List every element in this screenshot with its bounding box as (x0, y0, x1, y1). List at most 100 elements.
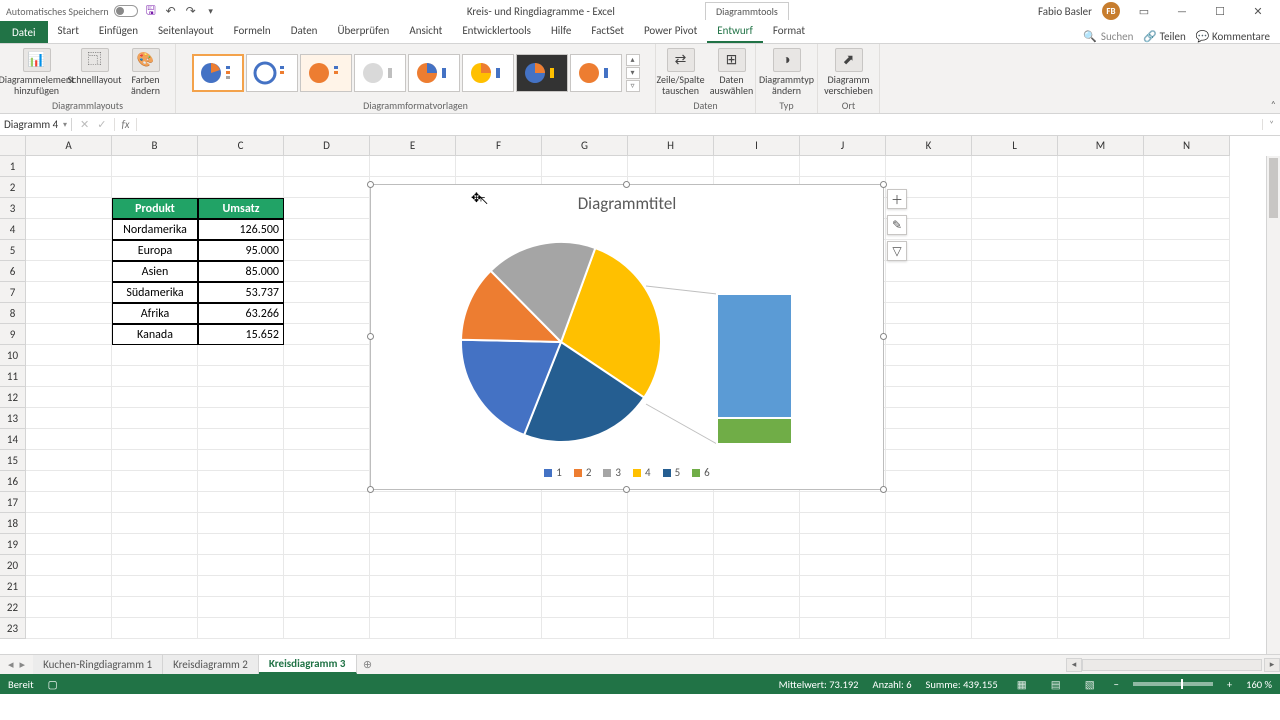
tab-entwicklertools[interactable]: Entwicklertools (452, 20, 541, 43)
table-cell[interactable]: Produkt (112, 198, 198, 219)
cell[interactable] (284, 219, 370, 240)
row-header-13[interactable]: 13 (0, 408, 26, 429)
cell[interactable] (1144, 555, 1230, 576)
chart-legend[interactable]: 123456 (371, 466, 883, 479)
cell[interactable] (112, 576, 198, 597)
table-cell[interactable]: Kanada (112, 324, 198, 345)
col-header-I[interactable]: I (714, 136, 800, 156)
col-header-G[interactable]: G (542, 136, 628, 156)
tab-daten[interactable]: Daten (281, 20, 328, 43)
cell[interactable] (886, 492, 972, 513)
cell[interactable] (26, 555, 112, 576)
cell[interactable] (112, 597, 198, 618)
cell[interactable] (284, 177, 370, 198)
cell[interactable] (800, 156, 886, 177)
cell[interactable] (1144, 618, 1230, 639)
legend-item-4[interactable]: 4 (633, 466, 651, 479)
sheet-tab[interactable]: Kreisdiagramm 3 (259, 655, 357, 674)
cell[interactable] (886, 471, 972, 492)
cell[interactable] (1058, 555, 1144, 576)
cell[interactable] (1144, 156, 1230, 177)
cell[interactable] (542, 555, 628, 576)
cell[interactable] (714, 492, 800, 513)
cell[interactable] (1058, 219, 1144, 240)
legend-item-6[interactable]: 6 (692, 466, 710, 479)
cell[interactable] (714, 618, 800, 639)
cell[interactable] (1058, 324, 1144, 345)
sheet-nav-prev-icon[interactable]: ◂ (8, 658, 14, 671)
chart-title[interactable]: Diagrammtitel (371, 185, 883, 214)
legend-item-3[interactable]: 3 (603, 466, 621, 479)
cell[interactable] (26, 618, 112, 639)
cell[interactable] (284, 261, 370, 282)
cell[interactable] (112, 492, 198, 513)
cell[interactable] (1058, 177, 1144, 198)
add-sheet-button[interactable]: ⊕ (357, 655, 379, 674)
chart-style-2[interactable] (246, 54, 298, 92)
cell[interactable] (972, 282, 1058, 303)
cell[interactable] (26, 534, 112, 555)
cell[interactable] (886, 345, 972, 366)
cell[interactable] (1058, 471, 1144, 492)
cell[interactable] (284, 618, 370, 639)
cell[interactable] (1144, 366, 1230, 387)
cell[interactable] (800, 492, 886, 513)
cell[interactable] (198, 471, 284, 492)
cell[interactable] (26, 513, 112, 534)
cell[interactable] (456, 597, 542, 618)
col-header-F[interactable]: F (456, 136, 542, 156)
chart-style-5[interactable] (408, 54, 460, 92)
cell[interactable] (886, 618, 972, 639)
cell[interactable] (800, 618, 886, 639)
change-colors-button[interactable]: 🎨Farben ändern (124, 46, 168, 96)
cell[interactable] (456, 513, 542, 534)
cell[interactable] (886, 429, 972, 450)
expand-formula-bar-icon[interactable]: ˅ (1262, 119, 1280, 130)
cell[interactable] (628, 156, 714, 177)
cell[interactable] (26, 387, 112, 408)
cell[interactable] (370, 555, 456, 576)
cell[interactable] (886, 513, 972, 534)
cell[interactable] (112, 366, 198, 387)
cell[interactable] (886, 576, 972, 597)
col-header-D[interactable]: D (284, 136, 370, 156)
tab-power pivot[interactable]: Power Pivot (634, 20, 707, 43)
cell[interactable] (370, 618, 456, 639)
cell[interactable] (112, 555, 198, 576)
cell[interactable] (370, 156, 456, 177)
minimize-icon[interactable]: — (1168, 2, 1196, 20)
cell[interactable] (1144, 597, 1230, 618)
row-header-21[interactable]: 21 (0, 576, 26, 597)
cell[interactable] (370, 597, 456, 618)
cell[interactable] (198, 345, 284, 366)
collapse-ribbon-icon[interactable]: ˄ (1271, 98, 1276, 111)
cell[interactable] (1144, 408, 1230, 429)
chart-style-3[interactable] (300, 54, 352, 92)
vertical-scrollbar[interactable] (1266, 156, 1280, 654)
tab-seitenlayout[interactable]: Seitenlayout (148, 20, 224, 43)
cell[interactable] (1144, 177, 1230, 198)
secondary-bar-slice-6[interactable] (717, 418, 792, 444)
tab-einfügen[interactable]: Einfügen (89, 20, 148, 43)
legend-item-2[interactable]: 2 (574, 466, 592, 479)
cell[interactable] (1144, 240, 1230, 261)
cell[interactable] (1058, 156, 1144, 177)
cell[interactable] (972, 345, 1058, 366)
col-header-K[interactable]: K (886, 136, 972, 156)
cell[interactable] (284, 156, 370, 177)
cell[interactable] (198, 156, 284, 177)
cell[interactable] (456, 534, 542, 555)
cell[interactable] (1144, 219, 1230, 240)
tab-entwurf[interactable]: Entwurf (707, 20, 763, 43)
cell[interactable] (714, 156, 800, 177)
chart-elements-button[interactable]: ＋ (887, 189, 907, 209)
cell[interactable] (1058, 492, 1144, 513)
table-cell[interactable]: 53.737 (198, 282, 284, 303)
close-icon[interactable]: ✕ (1244, 2, 1272, 20)
cell[interactable] (1058, 261, 1144, 282)
cell[interactable] (886, 597, 972, 618)
cell[interactable] (972, 534, 1058, 555)
legend-item-1[interactable]: 1 (544, 466, 562, 479)
tab-ansicht[interactable]: Ansicht (399, 20, 452, 43)
chart-style-1[interactable] (192, 54, 244, 92)
